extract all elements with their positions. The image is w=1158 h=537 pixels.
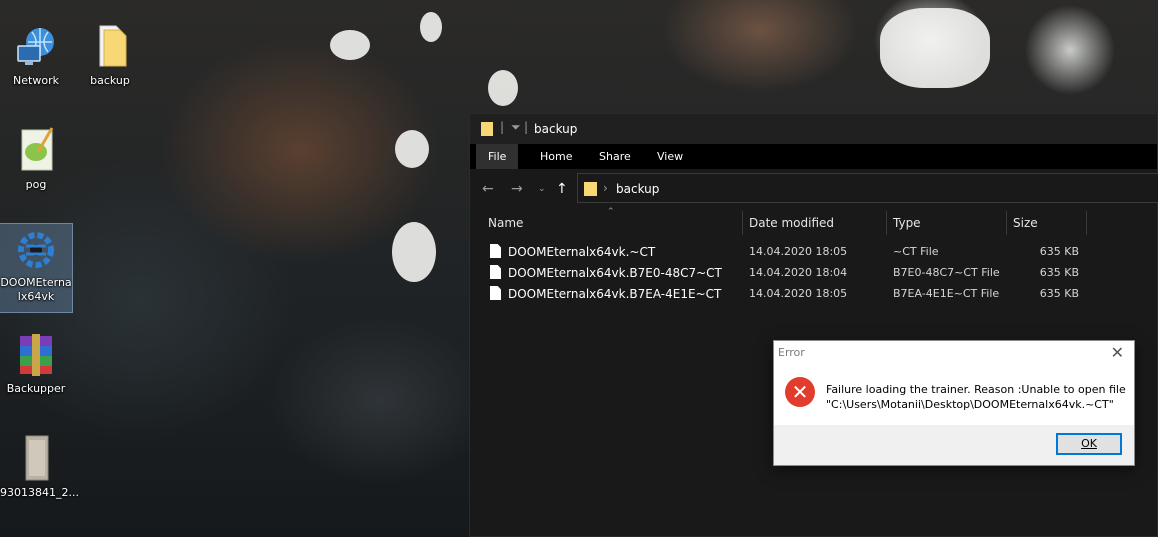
navigation-bar: ← → ⌄ ↑ › backup [470, 169, 1158, 209]
desktop-icon-network[interactable]: Network [0, 22, 72, 88]
breadcrumb-separator-icon: › [603, 181, 608, 195]
file-name: DOOMEternalx64vk.B7EA-4E1E~CT [508, 287, 722, 301]
file-size: 635 KB [1039, 245, 1079, 258]
winrar-archive-icon [12, 330, 60, 378]
desktop-icon-doometernal-trainer[interactable]: DOOMEternalx64vk [0, 223, 73, 313]
desktop-icon-backupper[interactable]: Backupper [0, 330, 72, 396]
sort-ascending-icon: ⌃ [607, 207, 615, 217]
wallpaper-leaf [488, 70, 518, 106]
desktop-icon-label: Backupper [6, 382, 66, 395]
error-message-line: "C:\Users\Motanii\Desktop\DOOMEternalx64… [826, 398, 1114, 411]
desktop-icon-image[interactable]: 93013841_2... [0, 434, 79, 500]
wallpaper-leaf [395, 130, 429, 168]
folder-icon [86, 22, 134, 70]
file-date: 14.04.2020 18:05 [749, 245, 848, 258]
desktop-icon-label: Network [13, 74, 59, 87]
cheat-engine-icon [12, 224, 60, 272]
address-bar[interactable]: › backup [577, 173, 1158, 203]
error-message: Failure loading the trainer. Reason :Una… [826, 382, 1126, 412]
ribbon-tabs: File Home Share View [470, 144, 1157, 169]
file-row[interactable]: DOOMEternalx64vk.~CT 14.04.2020 18:05 ~C… [486, 242, 1126, 262]
ok-button[interactable]: OK [1056, 433, 1122, 455]
wallpaper-leaf [420, 12, 442, 42]
column-divider[interactable] [886, 211, 887, 235]
column-divider[interactable] [1086, 211, 1087, 235]
recent-locations-chevron-icon[interactable]: ⌄ [538, 184, 546, 194]
file-explorer-window: | ⏷ | backup File Home Share View ← → ⌄ … [469, 113, 1158, 537]
column-header-type[interactable]: Type [893, 216, 921, 230]
file-date: 14.04.2020 18:05 [749, 287, 848, 300]
window-title: backup [534, 122, 578, 136]
error-icon: ✕ [785, 377, 815, 407]
desktop-icon-label: DOOMEternalx64vk [0, 276, 72, 303]
file-row[interactable]: DOOMEternalx64vk.B7EA-4E1E~CT 14.04.2020… [486, 284, 1126, 304]
error-message-line: Failure loading the trainer. Reason :Una… [826, 383, 1126, 396]
dialog-title: Error [778, 346, 805, 359]
file-icon [490, 286, 501, 300]
file-icon [490, 265, 501, 279]
tab-share[interactable]: Share [587, 144, 643, 169]
forward-arrow-icon[interactable]: → [511, 181, 523, 197]
file-name: DOOMEternalx64vk.B7E0-48C7~CT [508, 266, 722, 280]
tab-view[interactable]: View [645, 144, 695, 169]
desktop-icon-label: pog [25, 178, 47, 191]
column-divider[interactable] [742, 211, 743, 235]
file-type: ~CT File [893, 245, 939, 258]
back-arrow-icon[interactable]: ← [482, 181, 494, 197]
separator-icon: | [500, 120, 505, 134]
image-file-icon [12, 434, 60, 482]
desktop-icon-pog[interactable]: pog [0, 126, 72, 192]
column-header-size[interactable]: Size [1013, 216, 1038, 230]
file-name: DOOMEternalx64vk.~CT [508, 245, 656, 259]
wallpaper-leaf [392, 222, 436, 282]
separator-icon: | [524, 120, 529, 134]
file-type: B7E0-48C7~CT File [893, 266, 1000, 279]
dialog-footer: OK [774, 425, 1134, 465]
column-header-name[interactable]: Name [488, 216, 523, 230]
tab-file[interactable]: File [476, 144, 519, 169]
desktop-icon-backup[interactable]: backup [74, 22, 146, 88]
column-header-date[interactable]: Date modified [749, 216, 834, 230]
wallpaper-leaf [880, 8, 990, 88]
desktop-icon-label: 93013841_2... [0, 486, 79, 499]
folder-icon [481, 122, 493, 136]
file-type: B7EA-4E1E~CT File [893, 287, 1000, 300]
desktop-icon-label: backup [90, 74, 130, 87]
file-size: 635 KB [1039, 287, 1079, 300]
network-icon [12, 22, 60, 70]
quick-access-dropdown-icon[interactable]: ⏷ [511, 120, 521, 135]
up-arrow-icon[interactable]: ↑ [556, 181, 568, 197]
file-date: 14.04.2020 18:04 [749, 266, 848, 279]
column-headers: ⌃ Name Date modified Type Size [470, 207, 1157, 235]
wallpaper-leaf [330, 30, 370, 60]
notepad-plus-plus-icon [12, 126, 60, 174]
file-size: 635 KB [1039, 266, 1079, 279]
tab-home[interactable]: Home [528, 144, 584, 169]
file-row[interactable]: DOOMEternalx64vk.B7E0-48C7~CT 14.04.2020… [486, 263, 1126, 283]
close-icon[interactable]: ✕ [1111, 343, 1124, 362]
column-divider[interactable] [1006, 211, 1007, 235]
folder-icon [584, 182, 597, 196]
explorer-titlebar[interactable]: | ⏷ | backup [470, 114, 1157, 144]
file-icon [490, 244, 501, 258]
breadcrumb[interactable]: backup [616, 182, 659, 196]
error-dialog: Error ✕ ✕ Failure loading the trainer. R… [773, 340, 1135, 466]
